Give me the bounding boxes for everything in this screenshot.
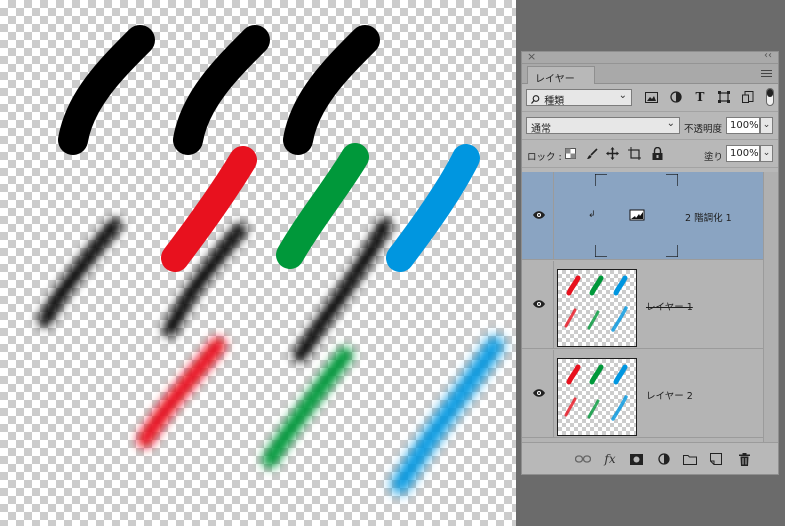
search-icon — [531, 95, 541, 107]
blend-mode-dropdown[interactable]: 通常 ⌄ — [526, 117, 680, 135]
opacity-chevron-icon[interactable]: ⌄ — [760, 117, 773, 134]
black-blur-1 — [38, 218, 122, 327]
lock-label: ロック : — [527, 152, 562, 163]
panel-tabbar: レイヤー — [522, 64, 778, 85]
panel-footer: fx — [522, 442, 778, 474]
green-stroke — [276, 143, 369, 269]
filter-kind-dropdown[interactable]: 種類 ⌄ — [526, 89, 632, 107]
collapse-panel-icon[interactable]: ‹‹ — [764, 50, 772, 61]
close-panel-icon[interactable]: × — [527, 50, 536, 63]
lock-position-icon[interactable] — [606, 147, 619, 160]
shape-filter-icon[interactable] — [715, 88, 733, 106]
layer-name: レイヤー 1 — [646, 302, 693, 313]
black-stroke-2 — [173, 25, 270, 155]
new-group-icon[interactable] — [682, 451, 698, 467]
eye-icon[interactable] — [532, 210, 546, 220]
fill-input[interactable]: 100% — [726, 145, 760, 162]
blue-blur-stroke — [391, 336, 504, 494]
panel-menu-icon[interactable] — [761, 70, 772, 78]
eye-icon[interactable] — [532, 299, 546, 309]
new-layer-icon[interactable] — [708, 451, 724, 467]
fx-icon[interactable]: fx — [602, 451, 618, 467]
red-blur-stroke — [137, 337, 226, 448]
chevron-down-icon: ⌄ — [618, 90, 627, 101]
fill-chevron-icon[interactable]: ⌄ — [760, 145, 773, 162]
new-adjustment-icon[interactable] — [656, 451, 672, 467]
document-canvas[interactable] — [0, 0, 516, 526]
layers-scrollbar[interactable] — [763, 172, 778, 442]
lock-transparency-icon[interactable] — [564, 147, 577, 160]
trash-icon[interactable] — [736, 451, 752, 467]
black-stroke-3 — [283, 25, 380, 155]
blend-row: 通常 ⌄ 不透明度 : 100% ⌄ — [522, 112, 778, 140]
add-mask-icon[interactable] — [628, 451, 644, 467]
layer-row[interactable]: レイヤー 2 — [522, 350, 764, 438]
layer-row[interactable]: レイヤー 1 — [522, 261, 764, 349]
layer-row[interactable]: ↲ 2 階調化 1 — [522, 172, 764, 260]
artwork — [38, 25, 504, 494]
blue-stroke — [386, 144, 480, 272]
layer-thumbnail — [557, 269, 637, 347]
filter-toggle[interactable] — [766, 88, 774, 106]
layer-divider — [553, 172, 554, 260]
filter-kind-label: 種類 — [544, 96, 565, 107]
lock-pixels-icon[interactable] — [585, 147, 598, 160]
layer-name: 2 階調化 1 — [685, 213, 732, 224]
layer-thumbnail — [557, 358, 637, 436]
lock-artboard-icon[interactable] — [628, 147, 641, 160]
lock-row: ロック : 塗り : 100% ⌄ — [522, 140, 778, 168]
adjustment-filter-icon[interactable] — [667, 88, 685, 106]
opacity-label: 不透明度 : — [684, 124, 729, 135]
layer-divider — [553, 261, 554, 349]
black-stroke-1 — [58, 25, 155, 155]
smart-object-filter-icon[interactable] — [739, 88, 757, 106]
chevron-down-icon: ⌄ — [666, 118, 675, 129]
layers-list: ↲ 2 階調化 1 レイヤー 1 レイヤー 2 — [522, 172, 764, 442]
type-filter-icon[interactable]: T — [691, 88, 709, 106]
opacity-input[interactable]: 100% — [726, 117, 760, 134]
tab-layers[interactable]: レイヤー — [527, 66, 595, 85]
image-filter-icon[interactable] — [642, 88, 660, 106]
filter-row: 種類 ⌄ T — [522, 84, 778, 112]
layers-panel: × ‹‹ レイヤー 種類 ⌄ T 通常 ⌄ 不透明度: 100% ⌄ ロック … — [521, 50, 779, 475]
adjustment-thumbnail — [594, 173, 679, 258]
link-layers-icon[interactable] — [575, 451, 591, 467]
panel-header: × ‹‹ — [522, 50, 778, 64]
green-blur-stroke — [262, 347, 353, 468]
blend-mode-label: 通常 — [531, 124, 551, 135]
layer-name: レイヤー 2 — [646, 391, 693, 402]
layer-divider — [553, 350, 554, 438]
eye-icon[interactable] — [532, 388, 546, 398]
lock-all-icon[interactable] — [651, 147, 664, 160]
